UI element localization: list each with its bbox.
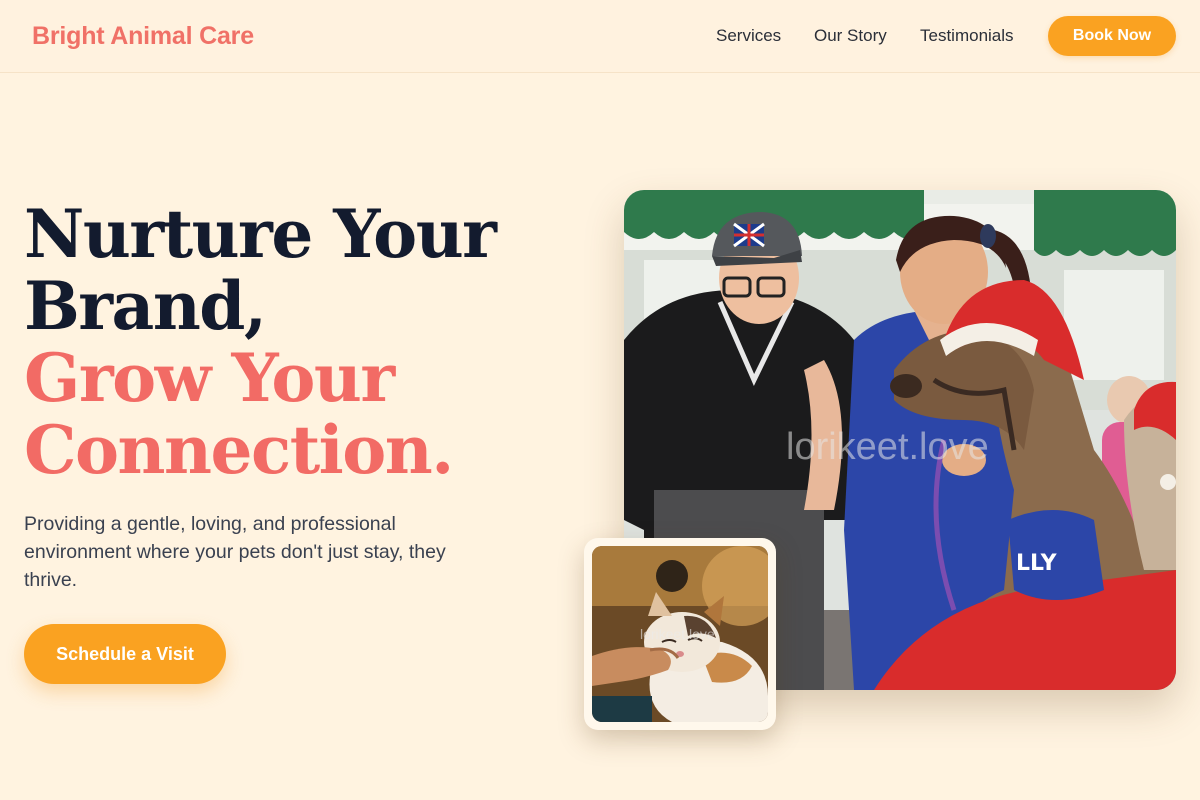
cat-illustration (592, 546, 768, 722)
nav-link-our-story[interactable]: Our Story (814, 26, 887, 46)
cat-photo (592, 546, 768, 722)
book-now-button[interactable]: Book Now (1048, 16, 1176, 56)
nav-link-testimonials[interactable]: Testimonials (920, 26, 1014, 46)
top-nav: Bright Animal Care Services Our Story Te… (0, 0, 1200, 73)
headline-line-1: Nurture Your (24, 195, 497, 273)
nav-link-services[interactable]: Services (716, 26, 781, 46)
headline-line-3: Grow Your (24, 339, 395, 417)
headline-line-2: Brand, (24, 267, 267, 345)
brand-logo[interactable]: Bright Animal Care (32, 22, 254, 51)
headline-line-4: Connection. (24, 411, 454, 489)
svg-text:LLY: LLY (1016, 551, 1058, 576)
hero-headline: Nurture Your Brand, Grow Your Connection… (24, 198, 584, 486)
schedule-visit-button[interactable]: Schedule a Visit (24, 624, 226, 684)
cat-photo-card: lorikeet.love (584, 538, 776, 730)
hero-subtext: Providing a gentle, loving, and professi… (24, 513, 446, 591)
